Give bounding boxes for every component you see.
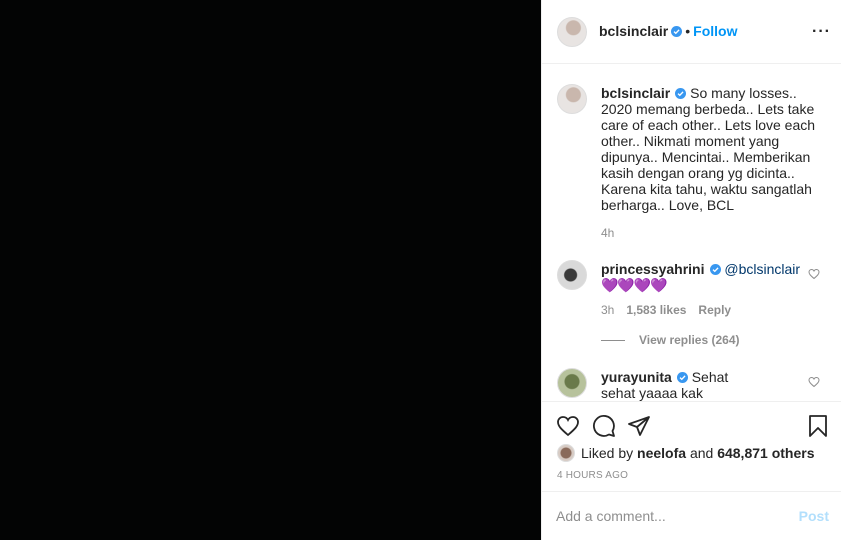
post-actions: Liked by neelofa and 648,871 others 4 HO…: [542, 401, 841, 491]
caption-time[interactable]: 4h: [601, 226, 614, 240]
comment-avatar[interactable]: [557, 260, 587, 290]
replies-divider: [601, 340, 625, 342]
view-replies-label: View replies (264): [639, 333, 740, 347]
like-comment-heart-icon[interactable]: [808, 376, 820, 388]
likes-summary: Liked by neelofa and 648,871 others: [557, 444, 815, 462]
add-comment-bar: Add a comment... Post: [542, 491, 841, 540]
more-options-icon[interactable]: ···: [812, 22, 830, 42]
verified-badge-icon: [671, 26, 683, 37]
header-user-row: bclsinclair • Follow: [599, 23, 738, 41]
likes-and: and: [689, 445, 714, 461]
post-side-panel: bclsinclair • Follow ··· bclsinclair So ma…: [541, 0, 841, 540]
comment-text: 💜💜💜💜: [601, 277, 668, 293]
comment-avatar[interactable]: [557, 368, 587, 398]
caption-avatar[interactable]: [557, 84, 587, 114]
verified-badge-icon: [709, 264, 721, 275]
verified-badge-icon: [675, 88, 687, 99]
likes-prefix: Liked by: [581, 445, 634, 461]
comment-icon[interactable]: [592, 414, 616, 438]
follow-button[interactable]: Follow: [693, 23, 737, 39]
caption: bclsinclair So many losses.. 2020 memang…: [601, 85, 825, 213]
liker-username[interactable]: neelofa: [637, 445, 686, 461]
comment-item: princessyahrini @bclsinclair 💜💜💜💜: [601, 261, 825, 293]
post-header: bclsinclair • Follow ···: [542, 0, 841, 64]
comment-item: yurayunita Sehat sehat yaaaa kak Ungeeee…: [601, 369, 751, 401]
comments-list[interactable]: bclsinclair So many losses.. 2020 memang…: [542, 65, 841, 401]
post-button[interactable]: Post: [799, 508, 829, 524]
avatar[interactable]: [557, 17, 587, 47]
comment-username[interactable]: yurayunita: [601, 369, 672, 385]
comment-meta: 3h 1,583 likes Reply: [601, 303, 743, 317]
separator-dot: •: [685, 23, 691, 39]
like-comment-heart-icon[interactable]: [808, 268, 820, 280]
view-replies-button[interactable]: View replies (264): [601, 333, 740, 347]
verified-badge-icon: [676, 372, 688, 383]
heart-icon[interactable]: [556, 414, 580, 438]
header-username[interactable]: bclsinclair: [599, 23, 668, 39]
share-icon[interactable]: [627, 414, 651, 438]
comment-mention[interactable]: @bclsinclair: [724, 261, 800, 277]
comment-username[interactable]: princessyahrini: [601, 261, 705, 277]
comment-likes[interactable]: 1,583 likes: [626, 303, 686, 317]
liker-avatar[interactable]: [557, 444, 575, 462]
likes-text: Liked by neelofa and 648,871 others: [581, 445, 815, 461]
add-comment-input[interactable]: Add a comment...: [556, 508, 666, 524]
caption-text: So many losses.. 2020 memang berbeda.. L…: [601, 85, 816, 213]
comment-time[interactable]: 3h: [601, 303, 614, 317]
caption-meta: 4h: [601, 226, 626, 240]
caption-username[interactable]: bclsinclair: [601, 85, 670, 101]
post-timestamp[interactable]: 4 HOURS AGO: [557, 470, 628, 481]
likes-count[interactable]: 648,871 others: [717, 445, 814, 461]
bookmark-icon[interactable]: [806, 414, 830, 438]
post-media[interactable]: [0, 0, 541, 540]
reply-button[interactable]: Reply: [698, 303, 731, 317]
